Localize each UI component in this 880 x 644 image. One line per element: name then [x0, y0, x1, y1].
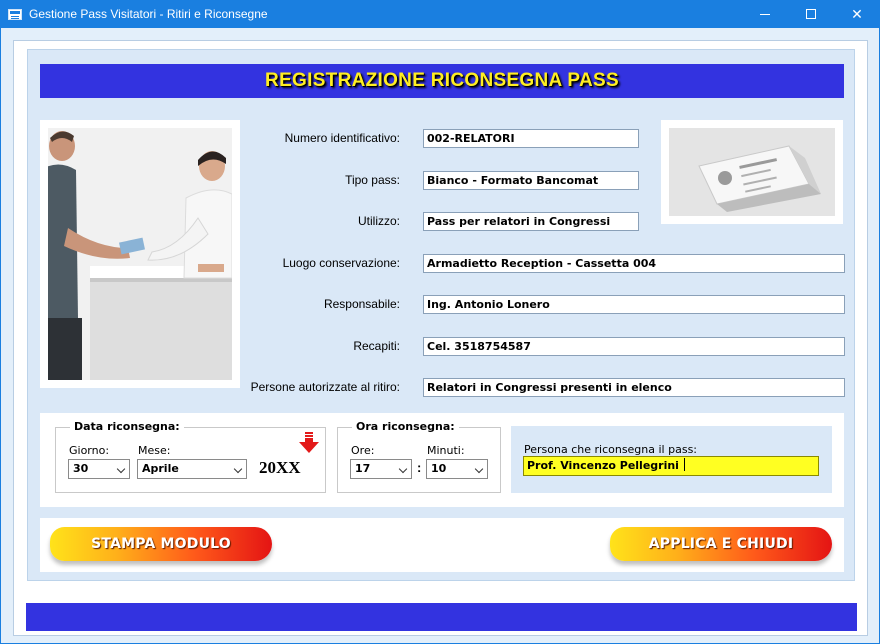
stampa-modulo-button[interactable]: STAMPA MODULO: [50, 527, 272, 561]
mese-label: Mese:: [138, 444, 171, 457]
responsabile-label: Responsabile:: [323, 297, 400, 311]
minuti-label: Minuti:: [427, 444, 465, 457]
numero-field[interactable]: 002-RELATORI: [423, 129, 639, 148]
inner-panel: REGISTRAZIONE RICONSEGNA PASS Numero ide…: [27, 49, 855, 581]
chevron-down-icon: [474, 464, 484, 474]
persone-label: Persone autorizzate al ritiro:: [250, 380, 400, 394]
time-separator: :: [417, 460, 422, 475]
utilizzo-label: Utilizzo:: [357, 214, 400, 228]
pass-card-illustration: [669, 128, 835, 216]
data-riconsegna-group: Data riconsegna: Giorno: 30 Mese: Aprile…: [55, 420, 326, 493]
pass-photo: [669, 128, 835, 216]
minuti-select[interactable]: 10: [426, 459, 488, 479]
luogo-label: Luogo conservazione:: [282, 256, 400, 270]
ore-label: Ore:: [351, 444, 375, 457]
persone-field[interactable]: Relatori in Congressi presenti in elenco: [423, 378, 845, 397]
chevron-down-icon: [116, 464, 126, 474]
date-time-panel: Data riconsegna: Giorno: 30 Mese: Aprile…: [40, 413, 844, 507]
giorno-select[interactable]: 30: [68, 459, 130, 479]
text-cursor: [683, 458, 685, 471]
riconsegna-person-box: Persona che riconsegna il pass: Prof. Vi…: [511, 426, 832, 493]
ora-riconsegna-group: Ora riconsegna: Ore: 17 : Minuti: 10: [337, 420, 501, 493]
mese-select[interactable]: Aprile: [137, 459, 247, 479]
footer-bar: [26, 603, 857, 631]
minimize-button[interactable]: [742, 0, 788, 28]
ora-riconsegna-title: Ora riconsegna:: [352, 420, 459, 433]
window-title: Gestione Pass Visitatori - Ritiri e Rico…: [29, 7, 268, 21]
maximize-icon: [806, 9, 816, 19]
window-client: REGISTRAZIONE RICONSEGNA PASS Numero ide…: [0, 28, 880, 644]
numero-label: Numero identificativo:: [284, 131, 400, 145]
window-controls: ✕: [742, 0, 880, 28]
data-riconsegna-title: Data riconsegna:: [70, 420, 184, 433]
utilizzo-field[interactable]: Pass per relatori in Congressi: [423, 212, 639, 231]
buttons-panel: STAMPA MODULO APPLICA E CHIUDI: [40, 518, 844, 572]
pass-photo-frame: [661, 120, 843, 224]
close-icon: ✕: [851, 5, 863, 22]
tipo-label: Tipo pass:: [345, 173, 400, 187]
page-title: REGISTRAZIONE RICONSEGNA PASS: [265, 70, 619, 91]
responsabile-field[interactable]: Ing. Antonio Lonero: [423, 295, 845, 314]
riconsegna-person-field[interactable]: Prof. Vincenzo Pellegrini: [523, 456, 819, 476]
riconsegna-label: Persona che riconsegna il pass:: [524, 443, 698, 456]
ore-select[interactable]: 17: [350, 459, 412, 479]
close-button[interactable]: ✕: [834, 0, 880, 28]
giorno-label: Giorno:: [69, 444, 110, 457]
title-bar: Gestione Pass Visitatori - Ritiri e Rico…: [0, 0, 880, 28]
header-bar: REGISTRAZIONE RICONSEGNA PASS: [40, 64, 844, 98]
outer-panel: REGISTRAZIONE RICONSEGNA PASS Numero ide…: [13, 40, 868, 636]
recapiti-label: Recapiti:: [353, 339, 400, 353]
recapiti-field[interactable]: Cel. 3518754587: [423, 337, 845, 356]
minimize-icon: [760, 13, 770, 15]
luogo-field[interactable]: Armadietto Reception - Cassetta 004: [423, 254, 845, 273]
anno-value: 20XX: [259, 458, 301, 477]
applica-chiudi-button[interactable]: APPLICA E CHIUDI: [610, 527, 832, 561]
chevron-down-icon: [233, 464, 243, 474]
arrow-down-icon[interactable]: [299, 432, 319, 454]
maximize-button[interactable]: [788, 0, 834, 28]
chevron-down-icon: [398, 464, 408, 474]
app-icon: [8, 8, 22, 20]
tipo-field[interactable]: Bianco - Formato Bancomat: [423, 171, 639, 190]
